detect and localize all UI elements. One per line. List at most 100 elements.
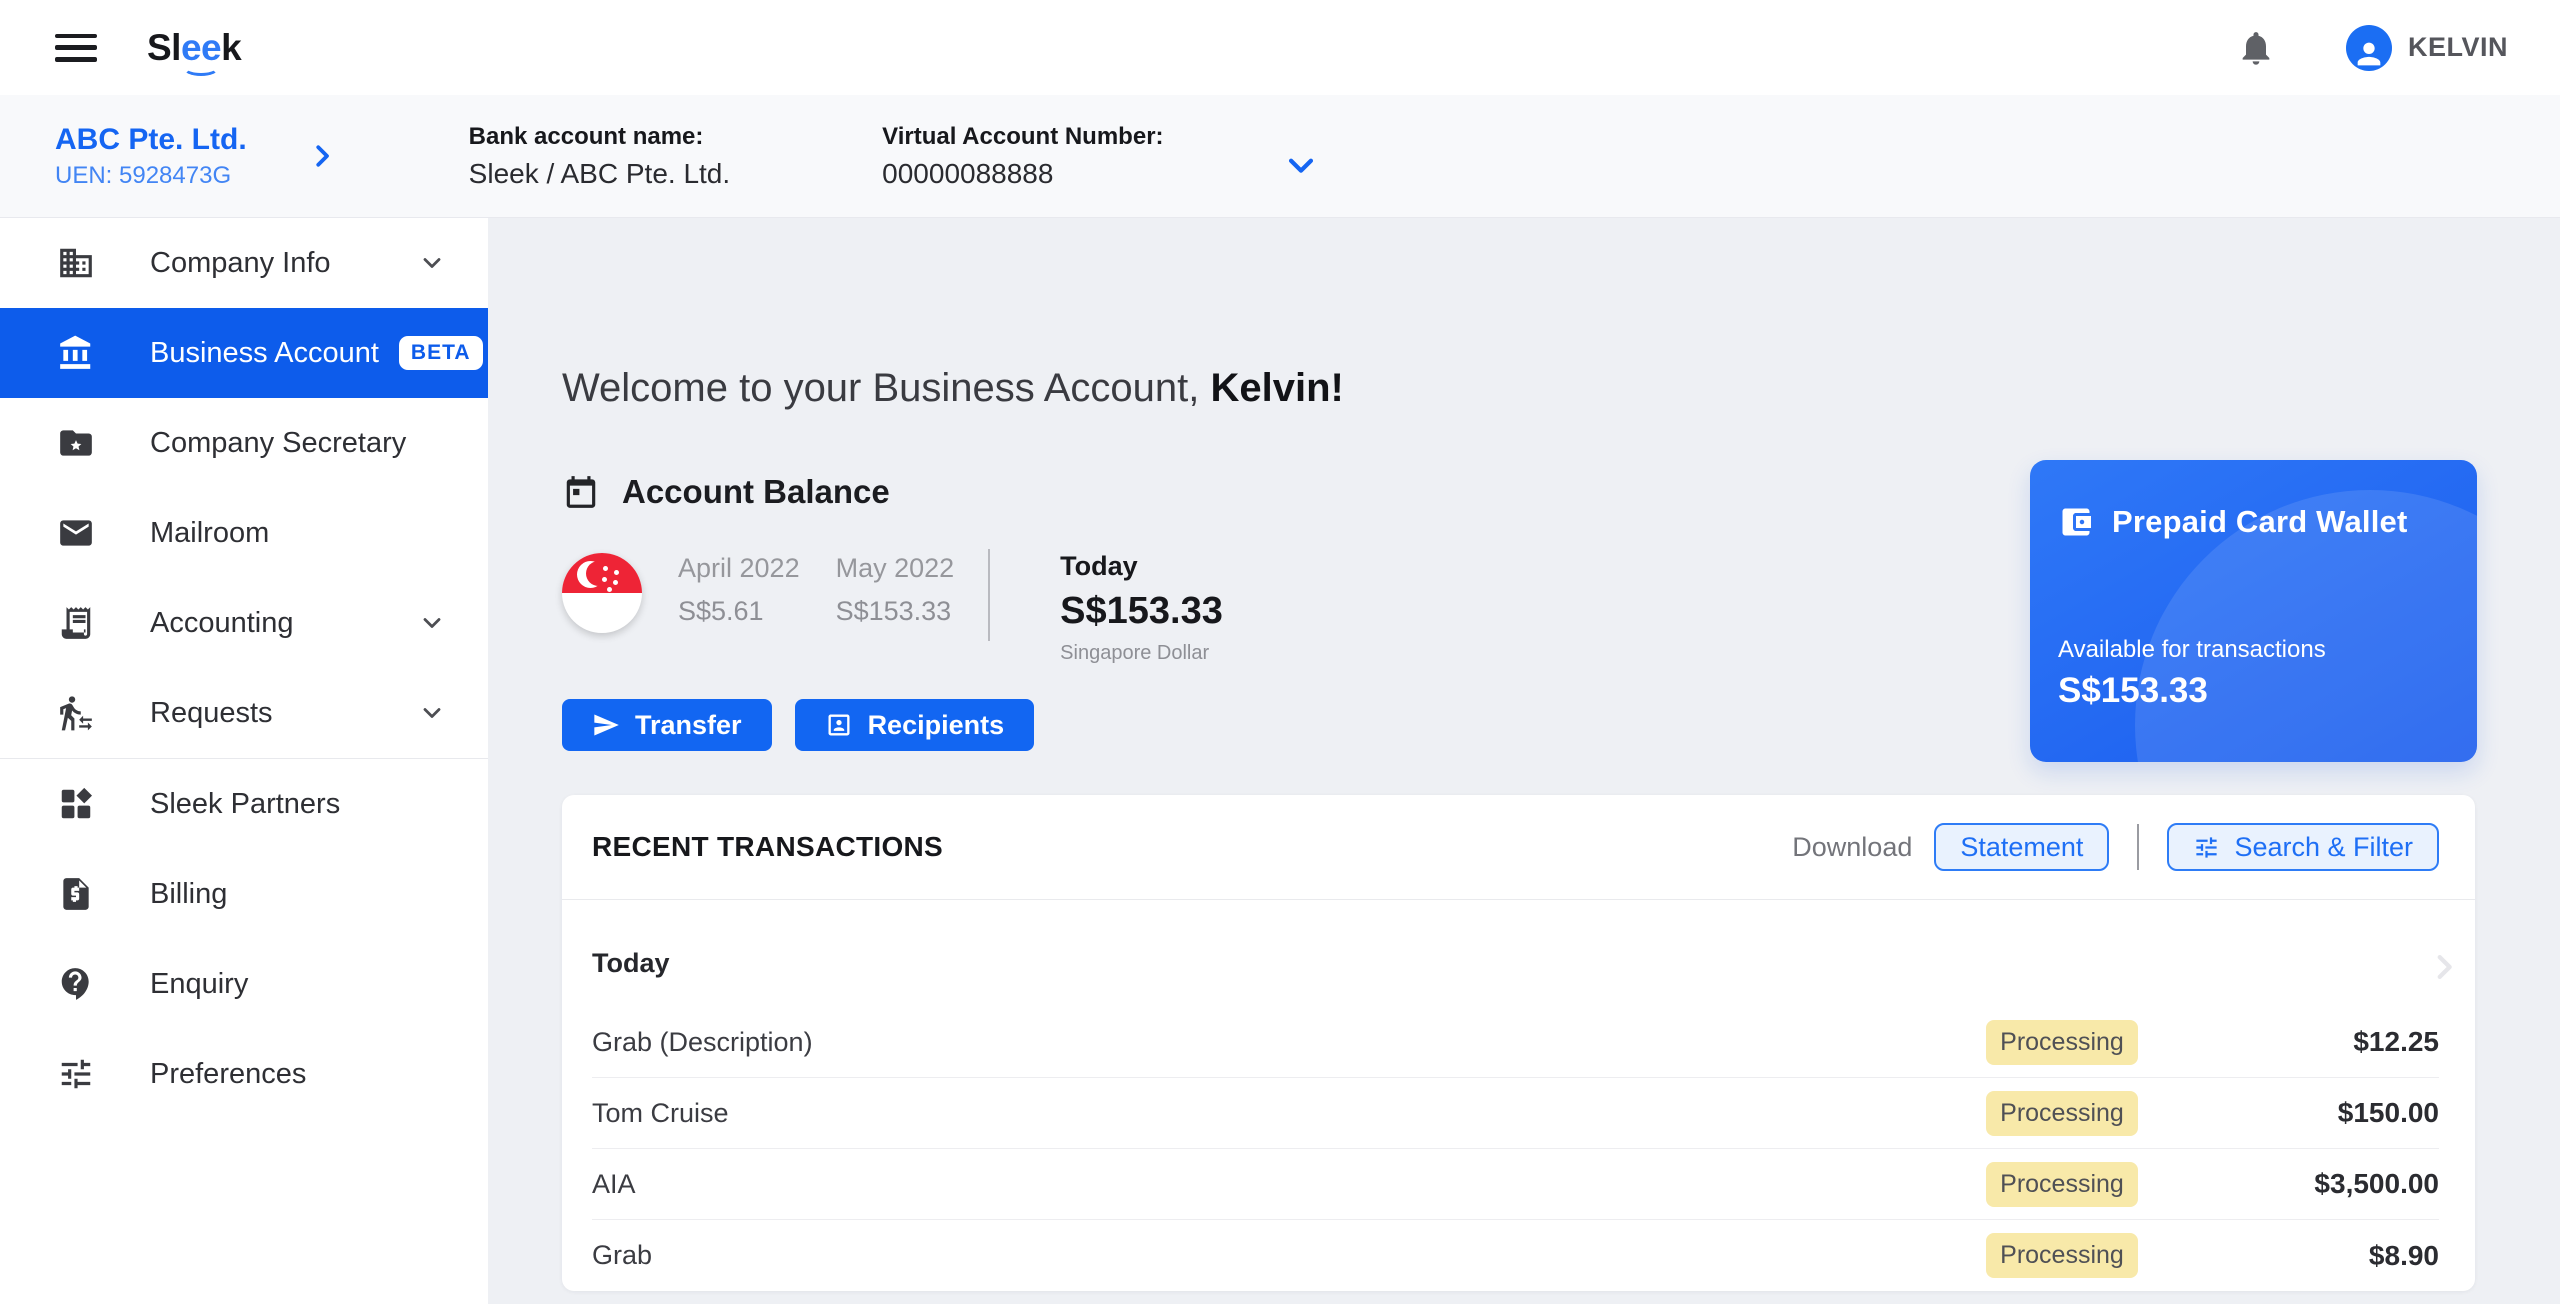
transaction-amount: $8.90 bbox=[2368, 1239, 2439, 1271]
transfer-label: Transfer bbox=[635, 709, 742, 740]
transaction-name: AIA bbox=[592, 1168, 636, 1199]
main-content: Welcome to your Business Account, Kelvin… bbox=[488, 218, 2560, 1304]
search-filter-label: Search & Filter bbox=[2234, 831, 2413, 862]
status-badge: Processing bbox=[1986, 1161, 2138, 1207]
status-badge: Processing bbox=[1986, 1019, 2138, 1065]
sidebar-item-label: Accounting bbox=[150, 606, 294, 639]
send-icon bbox=[594, 714, 619, 736]
topbar-right: KELVIN bbox=[2236, 24, 2508, 71]
sidebar-item-label: Requests bbox=[150, 696, 273, 729]
statement-label: Statement bbox=[1960, 831, 2084, 862]
transaction-amount: $12.25 bbox=[2353, 1026, 2439, 1057]
bank-account-name-field: Bank account name: Sleek / ABC Pte. Ltd. bbox=[469, 123, 730, 190]
logo-k: k bbox=[221, 26, 242, 68]
page-title: Welcome to your Business Account, Kelvin… bbox=[562, 218, 2560, 411]
sidebar-item-label: Sleek Partners bbox=[150, 787, 341, 820]
grid-shapes-icon bbox=[57, 785, 95, 823]
beta-badge: BETA bbox=[398, 336, 483, 370]
app-root: Sleek KELVIN ABC Pte. Ltd. UEN: 5928473G… bbox=[0, 0, 2560, 1304]
body-row: Company Info Business Account BETA Compa… bbox=[0, 218, 2560, 1304]
sidebar-item-label: Enquiry bbox=[150, 967, 249, 1000]
period-label: May 2022 bbox=[835, 553, 955, 583]
statement-button[interactable]: Statement bbox=[1934, 823, 2110, 871]
sleek-logo[interactable]: Sleek bbox=[147, 26, 242, 76]
transactions-title: RECENT TRANSACTIONS bbox=[592, 831, 944, 862]
transaction-row[interactable]: AIA Processing $3,500.00 bbox=[592, 1149, 2439, 1220]
sidebar-item-accounting[interactable]: Accounting bbox=[0, 578, 488, 668]
sidebar: Company Info Business Account BETA Compa… bbox=[0, 218, 488, 1304]
sidebar-item-billing[interactable]: Billing bbox=[0, 849, 488, 939]
transaction-name: Tom Cruise bbox=[592, 1097, 729, 1128]
transaction-status: Processing bbox=[1986, 1233, 2138, 1278]
chevron-right-icon bbox=[2437, 954, 2452, 980]
transfer-button[interactable]: Transfer bbox=[562, 699, 772, 751]
controls-divider bbox=[2137, 824, 2140, 870]
period-value: S$5.61 bbox=[678, 596, 764, 626]
status-badge: Processing bbox=[1986, 1233, 2138, 1278]
welcome-prefix: Welcome to your Business Account, bbox=[562, 366, 1211, 410]
transaction-row[interactable]: Grab Processing $8.90 bbox=[592, 1220, 2439, 1291]
calendar-wallet-icon bbox=[566, 476, 596, 508]
company-uen: UEN: 5928473G bbox=[55, 161, 232, 189]
recipients-label: Recipients bbox=[867, 709, 1005, 740]
prepaid-card-header: Prepaid Card Wallet bbox=[2058, 504, 2477, 540]
chevron-right-icon[interactable] bbox=[307, 141, 337, 171]
sidebar-item-sleek-partners[interactable]: Sleek Partners bbox=[0, 759, 488, 849]
search-filter-button[interactable]: Search & Filter bbox=[2167, 823, 2439, 871]
section-title-text: Account Balance bbox=[622, 473, 890, 510]
sidebar-item-company-secretary[interactable]: Company Secretary bbox=[0, 398, 488, 488]
sidebar-item-business-account[interactable]: Business Account BETA bbox=[0, 308, 488, 398]
menu-icon[interactable] bbox=[55, 33, 97, 62]
sidebar-item-preferences[interactable]: Preferences bbox=[0, 1029, 488, 1119]
transaction-row[interactable]: Tom Cruise Processing $150.00 bbox=[592, 1078, 2439, 1149]
envelope-icon bbox=[57, 514, 95, 552]
user-name[interactable]: KELVIN bbox=[2408, 32, 2508, 63]
recipients-button[interactable]: Recipients bbox=[794, 699, 1035, 751]
person-icon bbox=[2357, 42, 2381, 65]
balance-today: Today S$153.33 Singapore Dollar bbox=[1060, 551, 1223, 665]
sidebar-item-enquiry[interactable]: Enquiry bbox=[0, 939, 488, 1029]
virtual-account-number-value: 00000088888 bbox=[882, 157, 1054, 189]
balance-period-april: April 2022 S$5.61 bbox=[678, 553, 800, 627]
sidebar-item-requests[interactable]: Requests bbox=[0, 668, 488, 758]
period-value: S$153.33 bbox=[835, 596, 952, 626]
folder-star-icon bbox=[57, 424, 95, 462]
today-label: Today bbox=[1060, 551, 1138, 581]
filter-sliders-icon bbox=[2196, 836, 2218, 858]
sidebar-item-mailroom[interactable]: Mailroom bbox=[0, 488, 488, 578]
subheader: ABC Pte. Ltd. UEN: 5928473G Bank account… bbox=[0, 95, 2560, 218]
sidebar-item-label: Company Info bbox=[150, 246, 331, 279]
welcome-name: Kelvin! bbox=[1210, 366, 1344, 410]
status-badge: Processing bbox=[1986, 1090, 2138, 1136]
topbar: Sleek KELVIN bbox=[0, 0, 2560, 95]
transaction-status: Processing bbox=[1986, 1161, 2138, 1207]
sliders-icon bbox=[57, 1055, 95, 1093]
recent-transactions-card: RECENT TRANSACTIONS Download Statement S… bbox=[562, 795, 2475, 1291]
prepaid-card-subtitle: Available for transactions bbox=[2058, 636, 2326, 663]
wallet-icon bbox=[2062, 508, 2091, 536]
transaction-name: Grab bbox=[592, 1240, 653, 1270]
building-icon bbox=[57, 244, 95, 282]
sidebar-item-company-info[interactable]: Company Info bbox=[0, 218, 488, 308]
prepaid-card-wallet[interactable]: Prepaid Card Wallet Available for transa… bbox=[2030, 460, 2477, 762]
topbar-left: Sleek bbox=[55, 26, 242, 76]
avatar[interactable] bbox=[2345, 24, 2392, 71]
company-switcher[interactable]: ABC Pte. Ltd. UEN: 5928473G bbox=[55, 123, 247, 190]
transaction-amount: $150.00 bbox=[2337, 1097, 2439, 1128]
prepaid-card-title: Prepaid Card Wallet bbox=[2112, 504, 2408, 539]
company-name: ABC Pte. Ltd. bbox=[55, 122, 247, 156]
person-transfer-icon bbox=[57, 694, 95, 732]
transaction-status: Processing bbox=[1986, 1090, 2138, 1136]
logo-text: Sl bbox=[147, 26, 181, 68]
bank-icon bbox=[57, 334, 95, 372]
sidebar-item-label: Business Account bbox=[150, 336, 379, 369]
transaction-row[interactable]: Grab (Description) Processing $12.25 bbox=[592, 1007, 2439, 1078]
transaction-name: Grab (Description) bbox=[592, 1026, 813, 1057]
today-balance: S$153.33 bbox=[1060, 590, 1223, 632]
prepaid-card-amount: S$153.33 bbox=[2058, 671, 2208, 710]
vertical-divider bbox=[988, 549, 991, 641]
bell-icon[interactable] bbox=[2236, 28, 2276, 68]
transactions-group-title: Today bbox=[592, 948, 670, 978]
chevron-down-icon[interactable] bbox=[1284, 148, 1318, 182]
download-label: Download bbox=[1792, 831, 1913, 862]
